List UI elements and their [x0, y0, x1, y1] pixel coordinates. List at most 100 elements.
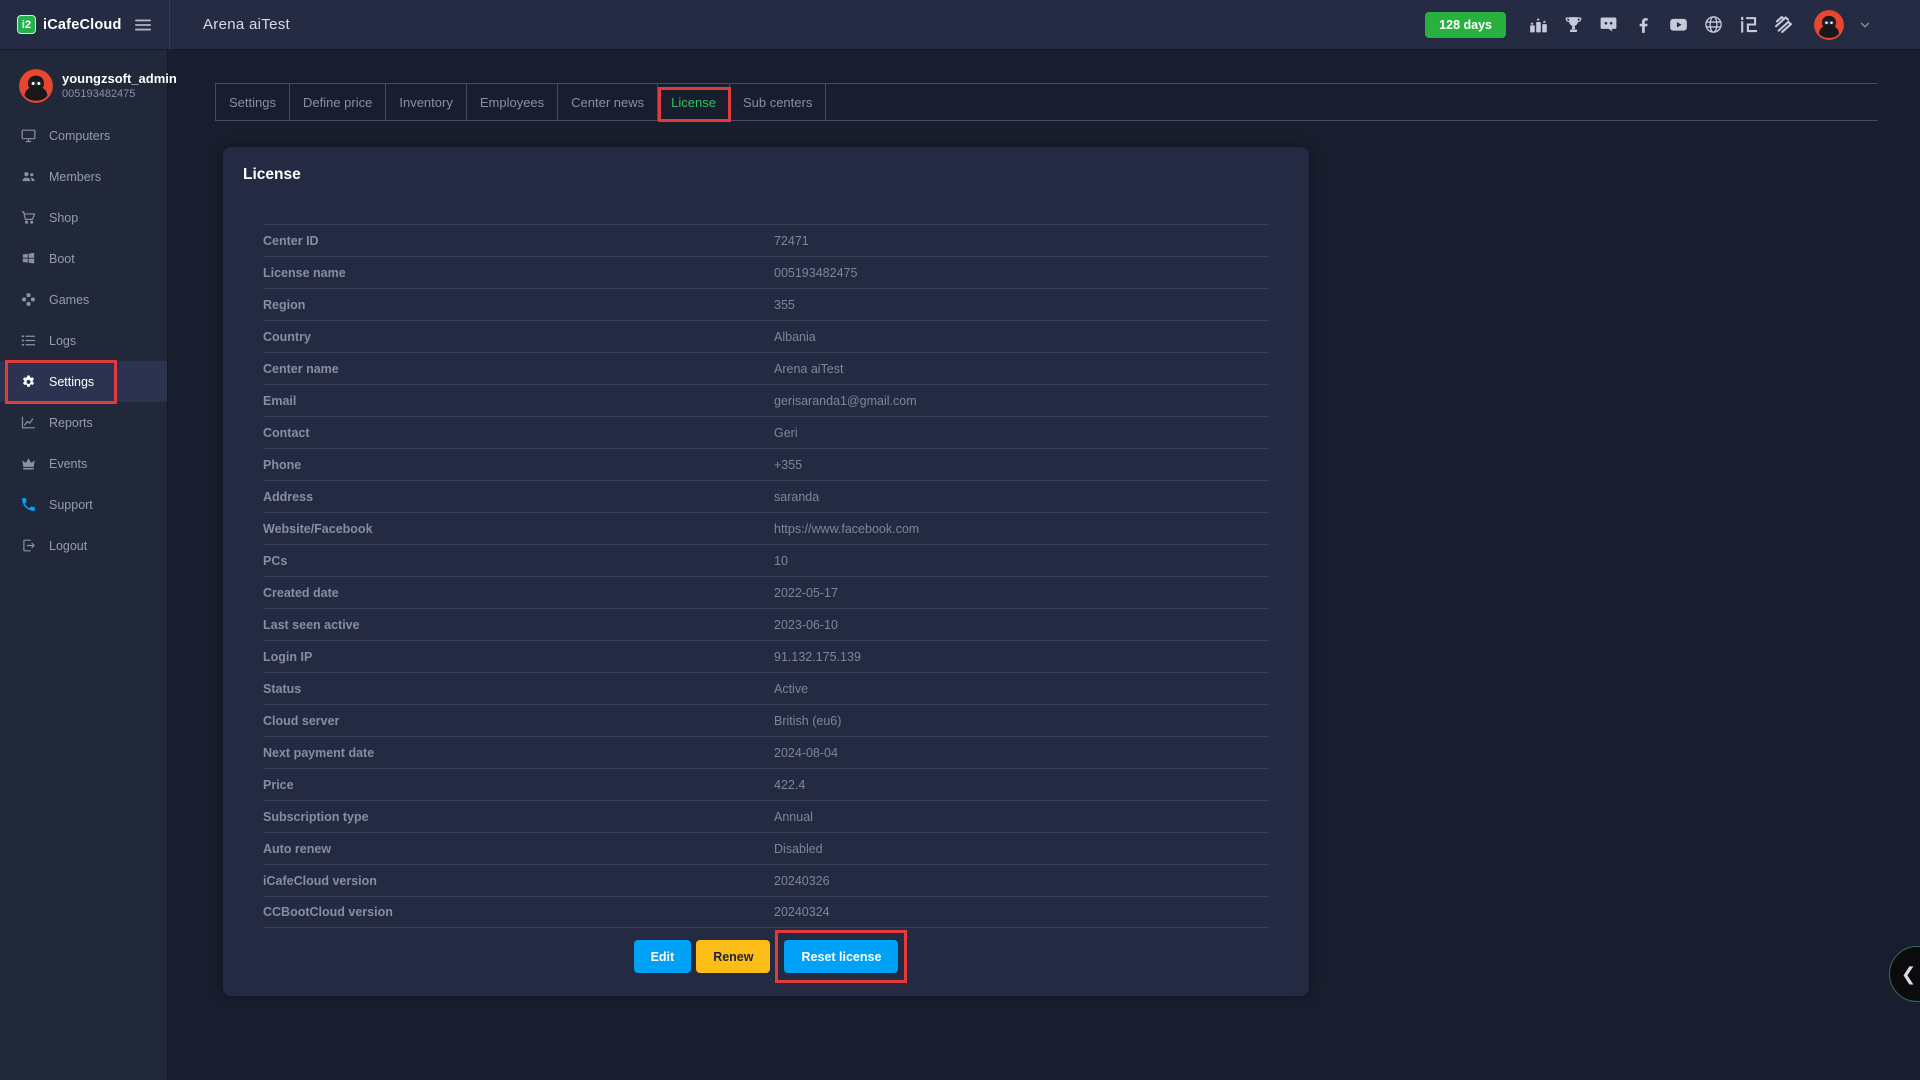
license-days-badge[interactable]: 128 days	[1425, 12, 1506, 38]
youtube-icon[interactable]	[1668, 14, 1689, 35]
license-row: Cloud serverBritish (eu6)	[263, 704, 1269, 736]
license-row-label: Center name	[263, 362, 774, 376]
sidebar-item-boot[interactable]: Boot	[0, 238, 167, 279]
license-row: Last seen active2023-06-10	[263, 608, 1269, 640]
sidebar-item-label: Reports	[49, 416, 93, 430]
license-row: StatusActive	[263, 672, 1269, 704]
facebook-icon[interactable]	[1633, 14, 1654, 35]
license-row-label: Phone	[263, 458, 774, 472]
renew-button[interactable]: Renew	[696, 940, 770, 973]
reset-license-button[interactable]: Reset license	[784, 940, 898, 973]
logout-icon	[20, 537, 37, 554]
sidebar: youngzsoft_admin 005193482475 ComputersM…	[0, 50, 168, 1080]
chevron-down-icon[interactable]	[1858, 18, 1872, 32]
license-row-label: Website/Facebook	[263, 522, 774, 536]
license-row-value: 422.4	[774, 778, 805, 792]
sidebar-item-label: Logs	[49, 334, 76, 348]
license-row-label: CCBootCloud version	[263, 905, 774, 919]
app-logo-text: iCafeCloud	[43, 17, 122, 33]
license-row-label: License name	[263, 266, 774, 280]
sidebar-item-logs[interactable]: Logs	[0, 320, 167, 361]
card-title: License	[223, 147, 1309, 186]
brand-icon[interactable]	[1773, 14, 1794, 35]
sidebar-item-settings[interactable]: Settings	[0, 361, 167, 402]
license-row-label: Status	[263, 682, 774, 696]
sidebar-item-label: Members	[49, 170, 101, 184]
license-row-value: Active	[774, 682, 808, 696]
license-row-value: 2024-08-04	[774, 746, 838, 760]
tab-center-news[interactable]: Center news	[558, 84, 658, 120]
tab-label: Inventory	[399, 95, 452, 110]
logs-icon	[20, 332, 37, 349]
license-row-value: 2023-06-10	[774, 618, 838, 632]
user-id: 005193482475	[62, 87, 177, 102]
discord-icon[interactable]	[1598, 14, 1619, 35]
license-row-value: +355	[774, 458, 802, 472]
reports-icon	[20, 414, 37, 431]
sidebar-item-support[interactable]: Support	[0, 484, 167, 525]
ranking-icon[interactable]	[1528, 14, 1549, 35]
license-row-value: https://www.facebook.com	[774, 522, 919, 536]
sidebar-item-label: Boot	[49, 252, 75, 266]
icafecloud-icon[interactable]	[1738, 14, 1759, 35]
license-table: Center ID72471License name005193482475Re…	[263, 224, 1269, 928]
license-row-label: iCafeCloud version	[263, 874, 774, 888]
sidebar-item-games[interactable]: Games	[0, 279, 167, 320]
license-row-value: Albania	[774, 330, 816, 344]
license-row-label: Auto renew	[263, 842, 774, 856]
page-title: Arena aiTest	[203, 16, 290, 33]
trophy-icon[interactable]	[1563, 14, 1584, 35]
top-header: i2 iCafeCloud Arena aiTest 128 days	[0, 0, 1920, 50]
tab-define-price[interactable]: Define price	[290, 84, 386, 120]
username: youngzsoft_admin	[62, 71, 177, 87]
sidebar-item-computers[interactable]: Computers	[0, 115, 167, 156]
license-row: Emailgerisaranda1@gmail.com	[263, 384, 1269, 416]
sidebar-item-shop[interactable]: Shop	[0, 197, 167, 238]
license-row: ContactGeri	[263, 416, 1269, 448]
license-row: Next payment date2024-08-04	[263, 736, 1269, 768]
license-row-value: saranda	[774, 490, 819, 504]
boot-icon	[20, 250, 37, 267]
tab-license[interactable]: License	[658, 84, 730, 120]
members-icon	[20, 168, 37, 185]
globe-icon[interactable]	[1703, 14, 1724, 35]
header-actions: 128 days	[1425, 10, 1920, 40]
license-row: Addresssaranda	[263, 480, 1269, 512]
tab-sub-centers[interactable]: Sub centers	[730, 84, 826, 120]
user-avatar[interactable]	[1814, 10, 1844, 40]
license-row-label: Region	[263, 298, 774, 312]
tab-settings[interactable]: Settings	[215, 84, 290, 120]
license-row: Price422.4	[263, 768, 1269, 800]
shop-icon	[20, 209, 37, 226]
sidebar-item-events[interactable]: Events	[0, 443, 167, 484]
tab-employees[interactable]: Employees	[467, 84, 558, 120]
license-row-value: 91.132.175.139	[774, 650, 861, 664]
sidebar-item-reports[interactable]: Reports	[0, 402, 167, 443]
button-wrap: Renew	[696, 940, 770, 973]
chevron-left-icon: ❮	[1901, 964, 1916, 985]
license-row: Region355	[263, 288, 1269, 320]
license-row: PCs10	[263, 544, 1269, 576]
sidebar-item-logout[interactable]: Logout	[0, 525, 167, 566]
license-card: License Center ID72471License name005193…	[223, 147, 1309, 996]
sidebar-item-members[interactable]: Members	[0, 156, 167, 197]
license-row-value: gerisaranda1@gmail.com	[774, 394, 917, 408]
user-avatar	[19, 69, 53, 103]
tab-inventory[interactable]: Inventory	[386, 84, 466, 120]
license-row-label: Cloud server	[263, 714, 774, 728]
license-row-label: Email	[263, 394, 774, 408]
tab-label: Settings	[229, 95, 276, 110]
settings-icon	[20, 373, 37, 390]
license-row-value: Arena aiTest	[774, 362, 843, 376]
license-row-value: Geri	[774, 426, 798, 440]
hamburger-menu-icon[interactable]	[133, 15, 153, 35]
sidebar-item-label: Support	[49, 498, 93, 512]
license-row-label: Country	[263, 330, 774, 344]
games-icon	[20, 291, 37, 308]
license-row: Website/Facebookhttps://www.facebook.com	[263, 512, 1269, 544]
button-wrap: Edit	[634, 940, 692, 973]
license-row-label: Address	[263, 490, 774, 504]
tab-label: Employees	[480, 95, 544, 110]
edit-button[interactable]: Edit	[634, 940, 692, 973]
events-icon	[20, 455, 37, 472]
